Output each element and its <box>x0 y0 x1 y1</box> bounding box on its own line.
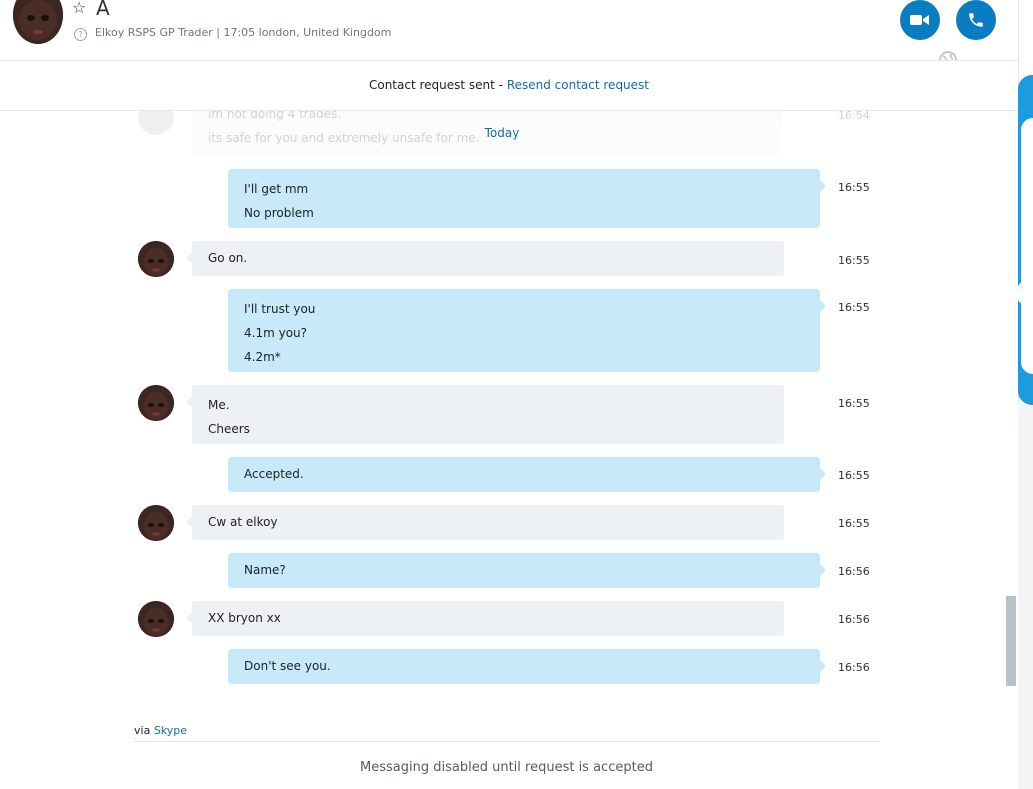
message-timestamp: 16:55 <box>838 254 870 267</box>
my-message-bubble[interactable]: I'll get mm No problem <box>228 169 826 228</box>
message-text: Name? <box>244 563 286 577</box>
request-status-text: Contact request sent - <box>368 78 507 92</box>
message-timestamp: 16:56 <box>838 661 870 674</box>
video-camera-icon <box>910 15 929 25</box>
message-text: 4.2m* <box>244 350 281 364</box>
contact-mood-location: Elkoy RSPS GP Trader | 17:05 london, Uni… <box>95 26 392 39</box>
message-timestamp: 16:55 <box>838 517 870 530</box>
message-text: I'll get mm <box>244 182 309 196</box>
message-text: I'll trust you <box>244 302 316 316</box>
message-text: Don't see you. <box>244 659 331 673</box>
via-prefix: via <box>134 724 154 737</box>
contact-info: ? Elkoy RSPS GP Trader | 17:05 london, Un… <box>74 25 391 41</box>
message-text: No problem <box>244 206 314 220</box>
message-timestamp: 16:55 <box>838 301 870 314</box>
their-message-bubble[interactable]: Cw at elkoy <box>186 505 784 540</box>
chat-scrollbar-thumb[interactable] <box>1006 596 1016 686</box>
sender-avatar[interactable] <box>138 385 174 421</box>
message-timestamp: 16:55 <box>838 469 870 482</box>
skype-link[interactable]: Skype <box>154 724 187 737</box>
message-text: 4.1m you? <box>244 326 308 340</box>
message-timestamp: 16:55 <box>838 397 870 410</box>
side-panel-lower <box>1018 405 1033 789</box>
video-call-button[interactable] <box>900 0 940 40</box>
message-text: Accepted. <box>244 467 304 481</box>
resend-request-link[interactable]: Resend contact request <box>507 78 649 92</box>
via-skype-label: via Skype <box>134 724 187 737</box>
my-message-bubble[interactable]: Accepted. <box>228 457 826 492</box>
message-text: Go on. <box>208 251 248 265</box>
message-timestamp: 16:56 <box>838 565 870 578</box>
message-timestamp: 16:55 <box>838 181 870 194</box>
their-message-bubble[interactable]: Me. Cheers <box>186 385 784 444</box>
day-separator: Today <box>484 126 520 140</box>
sender-avatar[interactable] <box>138 241 174 277</box>
sender-avatar[interactable] <box>138 601 174 637</box>
side-panel-inner <box>1021 118 1033 374</box>
conversation-header: ☆ A ? Elkoy RSPS GP Trader | 17:05 london… <box>0 0 1018 69</box>
help-icon[interactable]: ? <box>74 28 87 41</box>
faded-line: its safe for you and extremely unsafe fo… <box>208 131 480 145</box>
their-message-bubble[interactable]: XX bryon xx <box>186 601 784 636</box>
message-text: XX bryon xx <box>208 611 281 625</box>
message-text: Cheers <box>208 422 250 436</box>
their-message-bubble[interactable]: Go on. <box>186 241 784 276</box>
favorite-star-icon[interactable]: ☆ <box>72 0 86 18</box>
footer-divider <box>134 741 880 742</box>
my-message-bubble[interactable]: I'll trust you 4.1m you? 4.2m* <box>228 289 826 372</box>
message-text: Cw at elkoy <box>208 515 278 529</box>
contact-avatar[interactable] <box>13 0 63 44</box>
message-text: Me. <box>208 398 230 412</box>
sender-avatar[interactable] <box>138 505 174 541</box>
messaging-disabled-notice: Messaging disabled until request is acce… <box>360 760 653 775</box>
message-timestamp: 16:56 <box>838 613 870 626</box>
my-message-bubble[interactable]: Don't see you. <box>228 649 826 684</box>
contact-request-bar: Contact request sent - Resend contact re… <box>0 60 1018 111</box>
contact-name: A <box>96 0 110 20</box>
my-message-bubble[interactable]: Name? <box>228 553 826 588</box>
phone-icon <box>969 13 983 27</box>
audio-call-button[interactable] <box>956 0 996 40</box>
